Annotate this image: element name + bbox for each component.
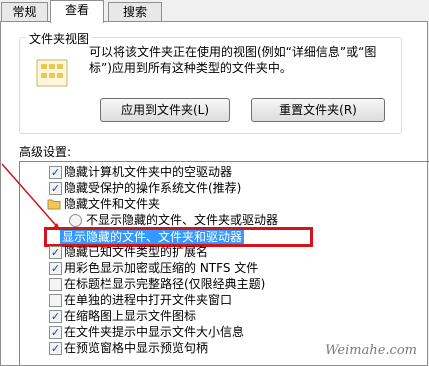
checkbox-unchecked-icon[interactable] [49, 278, 62, 291]
radio-unselected-icon[interactable] [69, 214, 82, 227]
checkbox-checked-icon[interactable]: ✓ [49, 262, 62, 275]
tab-bar: 常规 查看 搜索 [0, 0, 429, 23]
checkbox-checked-icon[interactable]: ✓ [49, 310, 62, 323]
checkbox-checked-icon[interactable]: ✓ [49, 246, 62, 259]
folder-views-description: 可以将该文件夹正在使用的视图(例如“详细信息”或“图标”)应用到所有这种类型的文… [89, 45, 377, 75]
folder-view-icon [36, 59, 68, 87]
advanced-settings-label: 高级设置: [19, 145, 72, 159]
reset-folders-button[interactable]: 重置文件夹(R) [251, 98, 385, 122]
folder-views-title: 文件夹视图 [26, 30, 93, 47]
checkbox-checked-icon[interactable]: ✓ [49, 326, 62, 339]
annotation-arrow [1, 163, 61, 231]
tab-general[interactable]: 常规 [1, 2, 48, 22]
checkbox-unchecked-icon[interactable] [49, 294, 62, 307]
watermark: Weimahe.com [325, 343, 417, 358]
tab-view[interactable]: 查看 [50, 0, 104, 23]
checkbox-checked-icon[interactable]: ✓ [49, 342, 62, 355]
tab-search[interactable]: 搜索 [108, 2, 162, 22]
apply-to-folders-button[interactable]: 应用到文件夹(L) [100, 98, 230, 122]
